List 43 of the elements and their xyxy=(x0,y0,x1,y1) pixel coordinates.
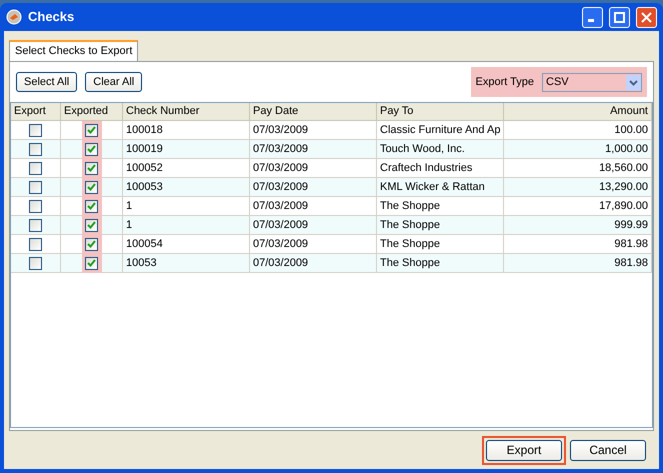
check-icon xyxy=(87,240,96,248)
toolbar-button[interactable]: Clear All xyxy=(85,72,142,92)
check-icon xyxy=(87,202,96,210)
checkbox[interactable] xyxy=(29,180,42,194)
close-button[interactable] xyxy=(636,6,657,28)
window-title: Checks xyxy=(28,8,76,26)
checkbox[interactable] xyxy=(85,124,98,136)
checkbox[interactable] xyxy=(29,142,42,156)
dialog-button[interactable]: Cancel xyxy=(570,440,646,460)
checkbox[interactable] xyxy=(85,180,98,194)
checkbox[interactable] xyxy=(29,238,42,250)
export-type-label: Export Type xyxy=(476,74,534,90)
table-cell: 10053 xyxy=(123,254,250,273)
checkbox[interactable] xyxy=(85,256,98,270)
checkbox[interactable] xyxy=(85,200,98,212)
checkbox[interactable] xyxy=(29,256,42,270)
check-icon xyxy=(87,183,96,191)
check-icon xyxy=(87,126,96,134)
checkbox[interactable] xyxy=(85,238,98,250)
checkbox[interactable] xyxy=(29,218,42,232)
table-cell: 07/03/2009 xyxy=(250,254,377,273)
tab[interactable]: Select Checks to Export xyxy=(9,40,138,61)
checkbox[interactable] xyxy=(29,162,42,174)
minimize-icon xyxy=(588,19,594,22)
export-type-dropdown[interactable]: CSV xyxy=(542,72,642,92)
check-icon xyxy=(87,164,96,172)
checkbox[interactable] xyxy=(85,218,98,232)
maximize-button[interactable] xyxy=(609,6,630,28)
app-icon xyxy=(6,9,22,25)
checkbox[interactable] xyxy=(29,200,42,212)
dialog-button[interactable]: Export xyxy=(486,440,562,460)
toolbar-button[interactable]: Select All xyxy=(16,72,78,92)
check-icon xyxy=(87,259,96,267)
checkbox[interactable] xyxy=(29,124,42,136)
table-cell: The Shoppe xyxy=(377,254,504,273)
minimize-button[interactable] xyxy=(582,6,603,28)
close-icon xyxy=(641,12,652,22)
check-icon xyxy=(87,145,96,153)
table-cell: 981.98 xyxy=(504,254,652,273)
maximize-icon xyxy=(614,12,625,22)
checkbox[interactable] xyxy=(85,142,98,156)
check-icon xyxy=(87,221,96,229)
checkbox[interactable] xyxy=(85,162,98,174)
